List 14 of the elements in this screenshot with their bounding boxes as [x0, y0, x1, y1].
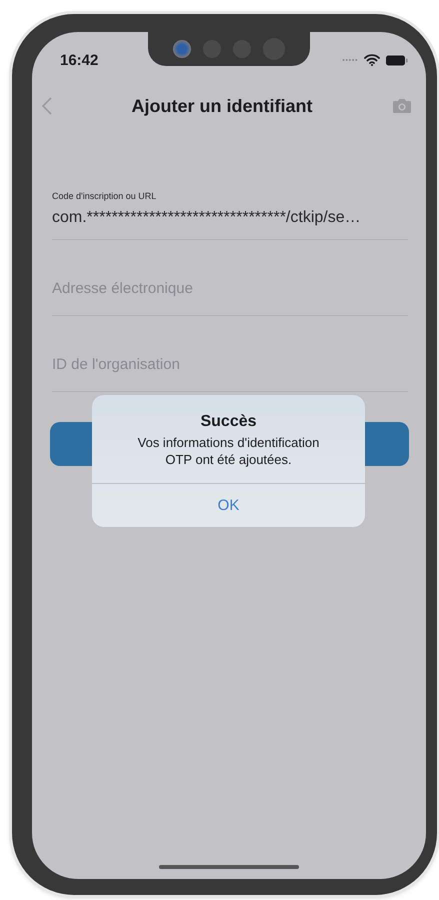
input-field[interactable]: com.********************************/ctkip/se…	[52, 209, 408, 227]
input-field[interactable]: ID de l'organisation	[52, 356, 408, 379]
wifi-icon	[364, 54, 380, 66]
camera-icon[interactable]	[392, 98, 412, 114]
status-time: 16:42	[60, 52, 98, 68]
input-field[interactable]: Adresse électronique	[52, 280, 408, 303]
alert-message: Vos informations d'identification OTP ont été ajoutées.	[136, 434, 320, 468]
battery-icon	[386, 54, 408, 66]
signal-icon	[342, 58, 358, 62]
screen-title: Ajouter un identifiant	[132, 96, 312, 116]
field-label: Code d'inscription ou URL	[52, 191, 158, 201]
back-icon[interactable]	[42, 97, 52, 115]
alert-title: Succès	[200, 413, 257, 431]
ok-button[interactable]: OK	[92, 483, 365, 527]
